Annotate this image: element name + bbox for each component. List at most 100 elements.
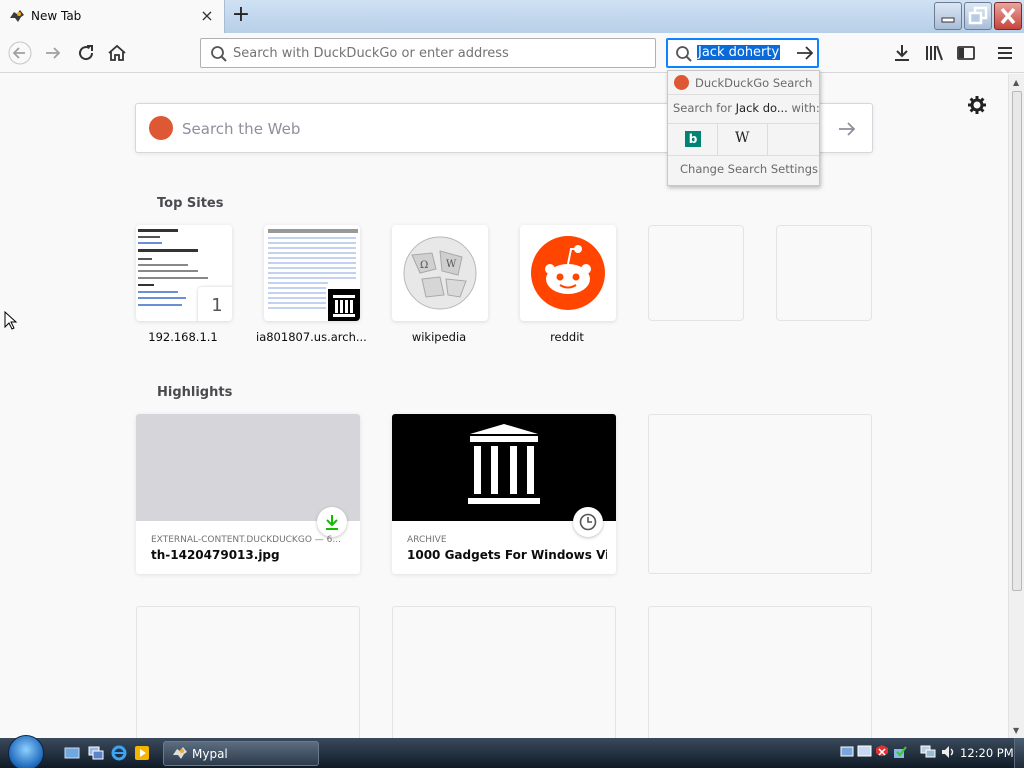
- close-icon: [1000, 7, 1016, 25]
- top-site-label: ia801807.us.arch...: [256, 330, 366, 344]
- highlight-card[interactable]: ARCHIVE 1000 Gadgets For Windows Vist...: [392, 414, 616, 574]
- show-desktop-icon[interactable]: [64, 745, 80, 761]
- home-icon[interactable]: [105, 41, 129, 65]
- scroll-up-icon[interactable]: ▲: [1013, 78, 1021, 87]
- engine-wikipedia[interactable]: W: [718, 124, 768, 155]
- internet-explorer-icon[interactable]: [111, 745, 127, 761]
- archive-icon: [468, 424, 540, 504]
- new-tab-button[interactable]: +: [229, 4, 253, 28]
- mypal-icon: [173, 747, 187, 759]
- new-tab-page: Search the Web Top Sites 1 192.168.1.1 i…: [0, 74, 1008, 766]
- highlight-source: ARCHIVE: [407, 535, 447, 545]
- top-site-tile[interactable]: 1: [136, 225, 232, 321]
- address-bar[interactable]: Search with DuckDuckGo or enter address: [200, 38, 656, 68]
- top-site-tile[interactable]: [520, 225, 616, 321]
- mouse-cursor-icon: [4, 311, 18, 330]
- search-for-line: Search for Jack do... with:: [673, 101, 820, 115]
- address-placeholder: Search with DuckDuckGo or enter address: [233, 46, 509, 61]
- top-site-tile[interactable]: Ω W: [392, 225, 488, 321]
- tray-network-icon[interactable]: [839, 744, 855, 760]
- change-search-settings[interactable]: Change Search Settings: [680, 162, 818, 176]
- search-go-arrow-icon[interactable]: [836, 118, 858, 140]
- search-for-prefix: Search for: [673, 101, 732, 115]
- wikipedia-globe-icon: Ω W: [403, 236, 477, 310]
- tab-strip: New Tab × +: [0, 0, 1024, 33]
- search-bar[interactable]: Jack doherty: [666, 38, 819, 68]
- highlights-title: Highlights: [157, 385, 233, 400]
- duckduckgo-icon: [149, 116, 173, 140]
- back-icon[interactable]: [8, 41, 32, 65]
- empty-top-site: [776, 225, 872, 321]
- top-site-label: 192.168.1.1: [148, 330, 218, 344]
- taskbar-clock[interactable]: 12:20 PM: [960, 746, 1014, 760]
- search-for-suffix: with:: [791, 101, 820, 115]
- engine-bing[interactable]: b: [668, 124, 718, 155]
- restore-button[interactable]: [964, 2, 992, 30]
- taskbar-item-label: Mypal: [192, 747, 228, 761]
- gear-icon[interactable]: [966, 94, 988, 116]
- top-site-tile[interactable]: [264, 225, 360, 321]
- minimize-icon: [941, 17, 955, 23]
- go-arrow-icon[interactable]: [795, 43, 815, 63]
- highlight-title: 1000 Gadgets For Windows Vist...: [407, 548, 607, 562]
- sidebar-icon[interactable]: [954, 41, 978, 65]
- search-suggestions-popup: DuckDuckGo Search Search for Jack do... …: [667, 70, 820, 186]
- highlight-source: EXTERNAL-CONTENT.DUCKDUCKGO — 6...: [151, 535, 341, 545]
- downloads-icon[interactable]: [890, 41, 914, 65]
- reload-icon[interactable]: [74, 41, 98, 65]
- scrollbar-thumb[interactable]: [1012, 91, 1022, 591]
- clock-icon: [579, 513, 597, 531]
- duckduckgo-icon: [674, 75, 689, 90]
- minimize-button[interactable]: [934, 2, 962, 30]
- search-engine-header[interactable]: DuckDuckGo Search: [668, 71, 819, 95]
- download-icon: [326, 515, 338, 530]
- reddit-icon: [531, 236, 605, 310]
- highlight-thumbnail: [392, 414, 616, 521]
- restore-icon: [968, 6, 988, 25]
- vertical-scrollbar[interactable]: ▲ ▼: [1008, 74, 1024, 738]
- start-button[interactable]: [8, 735, 44, 768]
- search-engine-name: DuckDuckGo Search: [695, 76, 813, 90]
- top-site-label: reddit: [550, 330, 584, 344]
- switch-windows-icon[interactable]: [88, 745, 104, 761]
- tray-volume-icon[interactable]: [940, 744, 956, 760]
- close-window-button[interactable]: [994, 2, 1022, 30]
- highlight-type-badge: [573, 507, 603, 537]
- engine-empty: [768, 124, 818, 155]
- tray-security-alert-icon[interactable]: [874, 744, 890, 760]
- taskbar-item-mypal[interactable]: Mypal: [163, 741, 319, 766]
- web-search-placeholder: Search the Web: [182, 120, 301, 138]
- wikipedia-icon: W: [735, 130, 750, 146]
- library-icon[interactable]: [922, 41, 946, 65]
- scroll-down-icon[interactable]: ▼: [1013, 726, 1021, 735]
- forward-icon[interactable]: [41, 41, 65, 65]
- close-tab-icon[interactable]: ×: [198, 6, 216, 26]
- search-icon: [676, 46, 692, 62]
- highlight-thumbnail: [136, 414, 360, 521]
- top-sites-title: Top Sites: [157, 196, 224, 211]
- empty-top-site: [648, 225, 744, 321]
- svg-text:Ω: Ω: [420, 260, 428, 271]
- one-off-engines: b W: [668, 123, 819, 156]
- taskbar: Mypal 12:20 PM: [0, 735, 1024, 768]
- highlight-card[interactable]: EXTERNAL-CONTENT.DUCKDUCKGO — 6... th-14…: [136, 414, 360, 574]
- navigation-toolbar: Search with DuckDuckGo or enter address …: [0, 33, 1024, 73]
- tray-check-icon[interactable]: [892, 744, 908, 760]
- search-input[interactable]: Jack doherty: [697, 45, 781, 60]
- media-player-icon[interactable]: [134, 745, 150, 761]
- archive-icon: [326, 287, 360, 321]
- show-desktop-button[interactable]: [1014, 738, 1024, 768]
- tray-network-connection-icon[interactable]: [920, 744, 936, 760]
- top-site-label: wikipedia: [411, 330, 467, 344]
- bing-icon: b: [685, 131, 701, 147]
- search-icon: [211, 46, 227, 62]
- empty-highlight: [648, 414, 872, 574]
- menu-icon[interactable]: [993, 41, 1017, 65]
- highlight-title: th-1420479013.jpg: [151, 548, 280, 562]
- highlight-type-badge: [317, 507, 347, 537]
- top-site-badge: 1: [198, 287, 232, 321]
- tab-new-tab[interactable]: New Tab ×: [0, 0, 225, 33]
- tray-monitor-icon[interactable]: [857, 744, 873, 760]
- tab-title: New Tab: [31, 9, 82, 23]
- mypal-icon: [10, 10, 24, 22]
